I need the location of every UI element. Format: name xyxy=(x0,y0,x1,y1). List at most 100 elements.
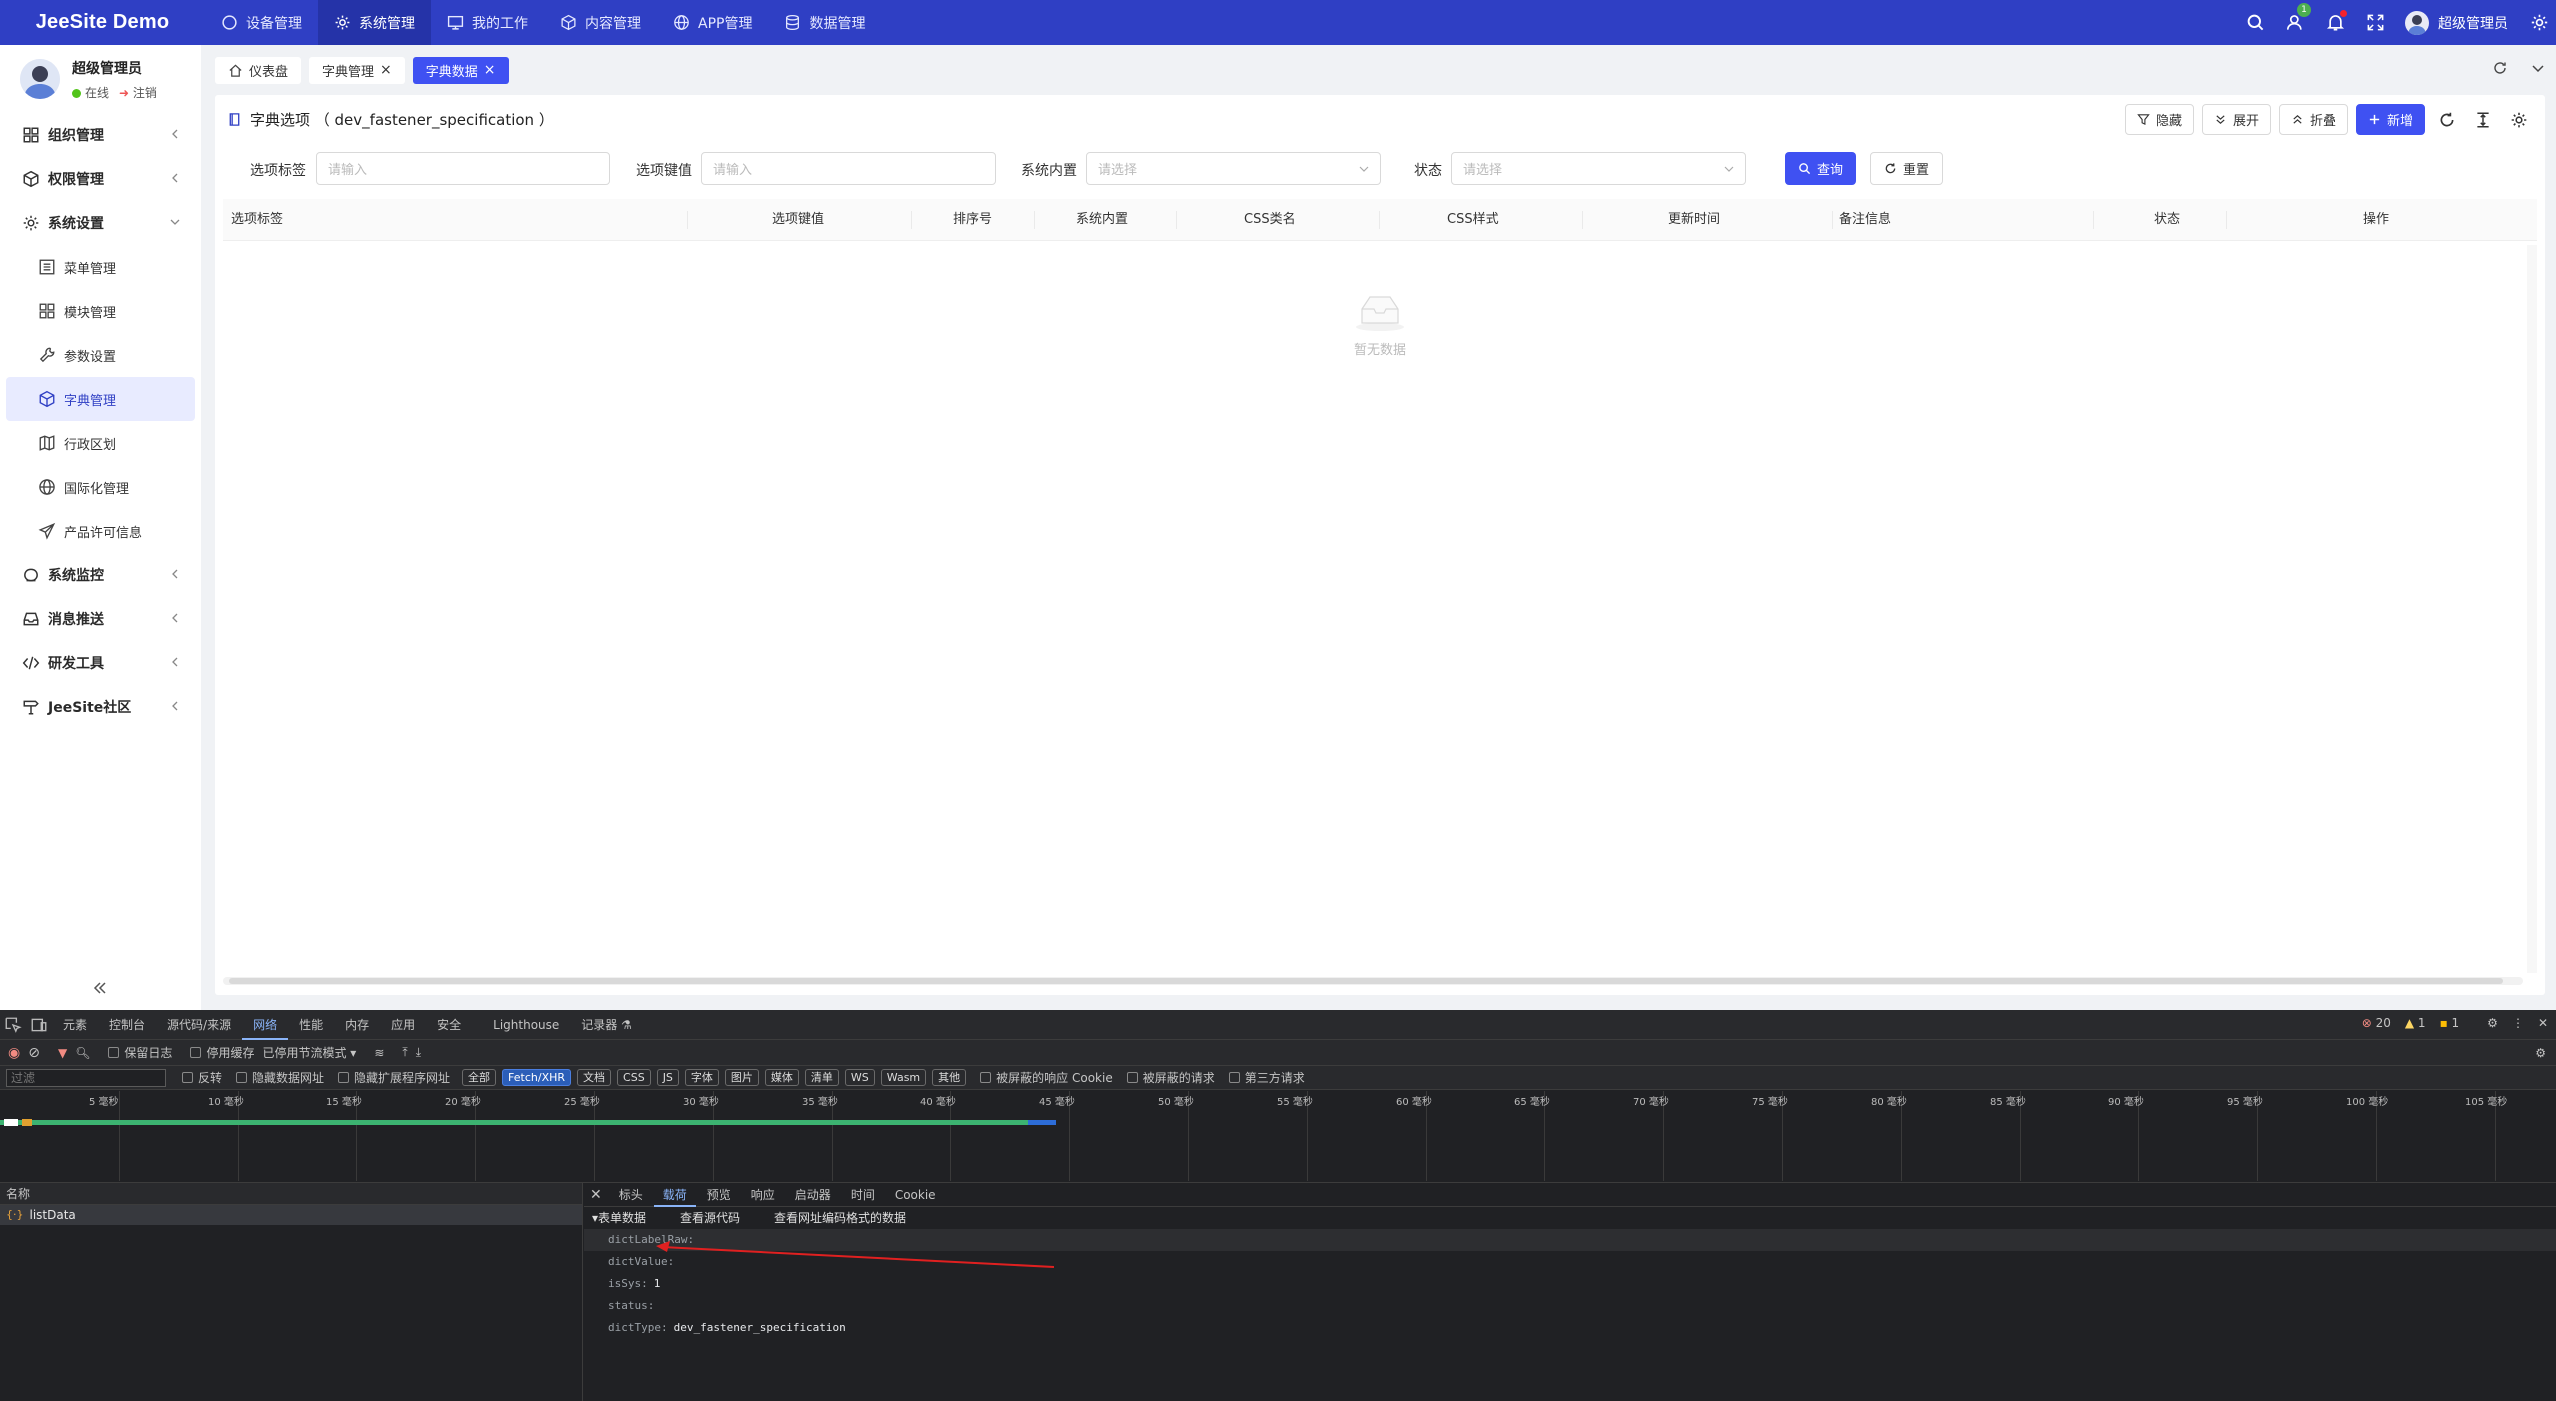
status-select[interactable]: 请选择 xyxy=(1451,152,1746,185)
detail-tab-response[interactable]: 响应 xyxy=(742,1183,784,1207)
vertical-scrollbar[interactable] xyxy=(2527,245,2537,973)
sidebar-item-message[interactable]: 消息推送 xyxy=(0,597,201,641)
top-menu-device[interactable]: 设备管理 xyxy=(205,0,318,45)
request-row[interactable]: {·} listData xyxy=(0,1205,582,1225)
tab-dict-manage[interactable]: 字典管理 × xyxy=(309,56,405,84)
import-icon[interactable]: ⤒ xyxy=(402,1045,407,1060)
pill-fetch-xhr[interactable]: Fetch/XHR xyxy=(502,1069,572,1086)
view-source-link[interactable]: 查看源代码 xyxy=(680,1207,740,1229)
detail-tab-preview[interactable]: 预览 xyxy=(698,1183,740,1207)
blocked-cookies-checkbox[interactable]: 被屏蔽的响应 Cookie xyxy=(980,1069,1113,1086)
devtools-tab-console[interactable]: 控制台 xyxy=(98,1010,156,1040)
pill-ws[interactable]: WS xyxy=(844,1069,875,1086)
pill-media[interactable]: 媒体 xyxy=(764,1069,799,1086)
col-css-class[interactable]: CSS类名 xyxy=(1244,199,1296,241)
top-menu-work[interactable]: 我的工作 xyxy=(431,0,544,45)
top-menu-app[interactable]: APP管理 xyxy=(657,0,768,45)
sidebar-sub-license[interactable]: 产品许可信息 xyxy=(0,509,201,553)
search-icon[interactable]: 🔍︎ xyxy=(75,1046,90,1060)
devtools-more-icon[interactable]: ⋮ xyxy=(2512,1016,2524,1030)
pill-other[interactable]: 其他 xyxy=(932,1069,967,1086)
reload-button[interactable] xyxy=(2433,104,2461,135)
col-label[interactable]: 选项标签 xyxy=(231,199,283,241)
preserve-log-checkbox[interactable]: 保留日志 xyxy=(108,1044,172,1061)
export-icon[interactable]: ⤓ xyxy=(416,1045,421,1060)
reset-button[interactable]: 重置 xyxy=(1870,152,1944,185)
col-sys[interactable]: 系统内置 xyxy=(1076,199,1128,241)
devtools-tab-performance[interactable]: 性能 xyxy=(288,1010,334,1040)
disable-cache-checkbox[interactable]: 停用缓存 xyxy=(190,1044,254,1061)
clear-icon[interactable]: ⊘ xyxy=(28,1045,40,1061)
view-url-encoded-link[interactable]: 查看网址编码格式的数据 xyxy=(774,1207,906,1229)
sys-select[interactable]: 请选择 xyxy=(1086,152,1381,185)
close-icon[interactable]: ✕ xyxy=(590,1187,602,1203)
expand-button[interactable]: 展开 xyxy=(2201,104,2271,135)
col-status[interactable]: 状态 xyxy=(2154,199,2180,241)
col-value[interactable]: 选项键值 xyxy=(772,199,824,241)
horizontal-scrollbar[interactable] xyxy=(223,977,2523,985)
top-menu-data[interactable]: 数据管理 xyxy=(768,0,881,45)
sidebar-sub-dict[interactable]: 字典管理 xyxy=(6,377,195,421)
detail-tab-payload[interactable]: 载荷 xyxy=(653,1183,696,1207)
pill-doc[interactable]: 文档 xyxy=(577,1069,612,1086)
blocked-requests-checkbox[interactable]: 被屏蔽的请求 xyxy=(1126,1069,1215,1086)
devtools-tab-lighthouse[interactable]: Lighthouse xyxy=(482,1010,570,1040)
sidebar-item-monitor[interactable]: 系统监控 xyxy=(0,553,201,597)
col-sort[interactable]: 排序号 xyxy=(953,199,992,241)
pill-img[interactable]: 图片 xyxy=(724,1069,759,1086)
column-settings-button[interactable] xyxy=(2505,104,2533,135)
chevron-down-icon[interactable] xyxy=(2530,60,2546,76)
col-update-time[interactable]: 更新时间 xyxy=(1668,199,1720,241)
sidebar-item-devtools[interactable]: 研发工具 xyxy=(0,641,201,685)
close-icon[interactable]: × xyxy=(484,63,496,77)
inspect-icon[interactable] xyxy=(4,1016,22,1034)
pill-wasm[interactable]: Wasm xyxy=(880,1069,927,1086)
value-input[interactable]: 请输入 xyxy=(701,152,996,185)
devtools-tab-recorder[interactable]: 记录器 ⚗ xyxy=(570,1010,643,1040)
filter-icon[interactable]: ▼ xyxy=(58,1046,67,1060)
top-menu-content[interactable]: 内容管理 xyxy=(544,0,657,45)
invert-checkbox[interactable]: 反转 xyxy=(182,1069,222,1086)
double-chevron-left-icon[interactable] xyxy=(92,980,108,996)
record-icon[interactable]: ◉ xyxy=(8,1045,20,1061)
form-data-section[interactable]: ▾表单数据 xyxy=(592,1207,646,1229)
warning-count[interactable]: ▲ 1 xyxy=(2405,1016,2426,1030)
hide-data-urls-checkbox[interactable]: 隐藏数据网址 xyxy=(236,1069,324,1086)
tab-dict-data[interactable]: 字典数据 × xyxy=(412,56,509,84)
pill-manifest[interactable]: 清单 xyxy=(804,1069,839,1086)
third-party-checkbox[interactable]: 第三方请求 xyxy=(1228,1069,1305,1086)
sidebar-sub-i18n[interactable]: 国际化管理 xyxy=(0,465,201,509)
info-count[interactable]: ▪ 1 xyxy=(2440,1016,2460,1030)
error-count[interactable]: ⊗ 20 xyxy=(2362,1016,2391,1030)
sidebar-sub-module[interactable]: 模块管理 xyxy=(0,289,201,333)
network-settings-icon[interactable]: ⚙ xyxy=(2535,1046,2546,1060)
pill-all[interactable]: 全部 xyxy=(462,1069,497,1086)
hide-ext-urls-checkbox[interactable]: 隐藏扩展程序网址 xyxy=(338,1069,450,1086)
pill-font[interactable]: 字体 xyxy=(684,1069,719,1086)
wifi-icon[interactable]: ≋ xyxy=(374,1046,384,1060)
top-search-button[interactable] xyxy=(2235,0,2275,45)
top-users-button[interactable]: 1 xyxy=(2275,0,2315,45)
refresh-icon[interactable] xyxy=(2492,60,2508,76)
pill-css[interactable]: CSS xyxy=(617,1069,651,1086)
col-remarks[interactable]: 备注信息 xyxy=(1839,199,1891,241)
devtools-tab-elements[interactable]: 元素 xyxy=(52,1010,98,1040)
add-button[interactable]: 新增 xyxy=(2355,104,2425,135)
collapse-button[interactable]: 折叠 xyxy=(2278,104,2348,135)
devtools-tab-sources[interactable]: 源代码/来源 xyxy=(156,1010,242,1040)
tab-dashboard[interactable]: 仪表盘 xyxy=(215,56,302,84)
logout-link[interactable]: ➜ 注销 xyxy=(119,84,157,101)
query-button[interactable]: 查询 xyxy=(1785,152,1857,185)
names-header[interactable]: 名称 xyxy=(0,1183,582,1205)
devtools-tab-network[interactable]: 网络 xyxy=(242,1010,289,1040)
sidebar-sub-menu[interactable]: 菜单管理 xyxy=(0,245,201,289)
sidebar-item-permission[interactable]: 权限管理 xyxy=(0,157,201,201)
sidebar-item-org[interactable]: 组织管理 xyxy=(0,113,201,157)
top-menu-system[interactable]: 系统管理 xyxy=(318,0,431,45)
devtools-settings-icon[interactable]: ⚙ xyxy=(2487,1016,2498,1030)
devtools-tab-security[interactable]: 安全 xyxy=(426,1010,472,1040)
sidebar-item-community[interactable]: JeeSite社区 xyxy=(0,685,201,729)
sidebar-sub-region[interactable]: 行政区划 xyxy=(0,421,201,465)
detail-tab-initiator[interactable]: 启动器 xyxy=(786,1183,840,1207)
devtools-close-icon[interactable]: ✕ xyxy=(2538,1016,2548,1030)
